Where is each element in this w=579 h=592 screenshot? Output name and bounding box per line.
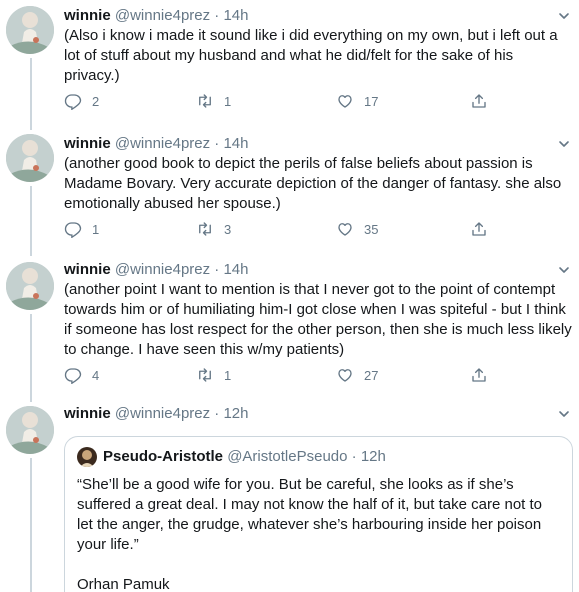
retweet-count: 1	[224, 368, 232, 383]
display-name[interactable]: winnie	[64, 261, 111, 278]
chevron-down-icon[interactable]	[557, 407, 571, 421]
quoted-tweet-text: “She’ll be a good wife for you. But be c…	[77, 476, 542, 553]
quoted-author: Orhan Pamuk	[77, 576, 170, 592]
like-button[interactable]: 27	[336, 366, 378, 386]
timestamp[interactable]: 14h	[223, 135, 248, 152]
like-button[interactable]: 35	[336, 220, 378, 240]
separator-dot: ·	[214, 7, 220, 24]
tweet-actions: 2 1 17	[64, 92, 524, 112]
reply-icon	[64, 366, 82, 387]
quoted-tweet-header: Pseudo-Aristotle @AristotlePseudo · 12h	[77, 447, 560, 467]
reply-icon	[64, 220, 82, 241]
reply-count: 1	[92, 222, 100, 237]
retweet-count: 3	[224, 222, 232, 237]
avatar[interactable]	[6, 262, 54, 310]
share-icon	[470, 220, 488, 241]
display-name[interactable]: winnie	[64, 405, 111, 422]
retweet-button[interactable]: 3	[196, 220, 231, 240]
like-count: 35	[364, 222, 379, 237]
tweet-header: winnie @winnie4prez · 14h	[64, 134, 249, 154]
avatar[interactable]	[6, 406, 54, 454]
quoted-tweet[interactable]: Pseudo-Aristotle @AristotlePseudo · 12h …	[64, 436, 573, 592]
separator-dot: ·	[214, 135, 220, 152]
like-count: 27	[364, 368, 379, 383]
share-icon	[470, 92, 488, 113]
retweet-count: 1	[224, 94, 232, 109]
display-name[interactable]: winnie	[64, 7, 111, 24]
chevron-down-icon[interactable]	[557, 9, 571, 23]
retweet-button[interactable]: 1	[196, 92, 231, 112]
user-handle[interactable]: @winnie4prez	[115, 135, 210, 152]
avatar	[77, 447, 97, 467]
quoted-display-name: Pseudo-Aristotle	[103, 448, 224, 465]
tweet[interactable]: winnie @winnie4prez · 14h (another good …	[0, 128, 579, 256]
separator-dot: ·	[214, 261, 220, 278]
quoted-timestamp: 12h	[360, 448, 386, 465]
tweet-header: winnie @winnie4prez · 12h	[64, 404, 249, 424]
share-button[interactable]	[470, 92, 488, 112]
separator-dot: ·	[214, 405, 220, 422]
share-button[interactable]	[470, 220, 488, 240]
tweet-text: (another good book to depict the perils …	[64, 155, 562, 212]
tweet-header: winnie @winnie4prez · 14h	[64, 6, 249, 26]
reply-button[interactable]: 4	[64, 366, 99, 386]
retweet-button[interactable]: 1	[196, 366, 231, 386]
tweet[interactable]: winnie @winnie4prez · 12h Pseudo-Aristot…	[0, 402, 579, 592]
like-button[interactable]: 17	[336, 92, 378, 112]
tweet-actions: 1 3 35	[64, 220, 524, 240]
reply-button[interactable]: 1	[64, 220, 99, 240]
separator-dot: ·	[351, 448, 357, 465]
user-handle[interactable]: @winnie4prez	[115, 405, 210, 422]
like-count: 17	[364, 94, 379, 109]
tweet-text: (another point I want to mention is that…	[64, 281, 572, 358]
timestamp[interactable]: 14h	[223, 7, 248, 24]
heart-icon	[336, 366, 354, 387]
reply-count: 2	[92, 94, 100, 109]
tweet-text: (Also i know i made it sound like i did …	[64, 27, 558, 84]
retweet-icon	[196, 92, 214, 113]
avatar[interactable]	[6, 6, 54, 54]
display-name[interactable]: winnie	[64, 135, 111, 152]
reply-button[interactable]: 2	[64, 92, 99, 112]
retweet-icon	[196, 220, 214, 241]
retweet-icon	[196, 366, 214, 387]
user-handle[interactable]: @winnie4prez	[115, 7, 210, 24]
tweet[interactable]: winnie @winnie4prez · 14h (Also i know i…	[0, 0, 579, 126]
chevron-down-icon[interactable]	[557, 263, 571, 277]
share-button[interactable]	[470, 366, 488, 386]
timestamp[interactable]: 14h	[223, 261, 248, 278]
tweet-actions: 4 1 27	[64, 366, 524, 386]
quoted-user-handle: @AristotlePseudo	[227, 448, 348, 465]
avatar[interactable]	[6, 134, 54, 182]
chevron-down-icon[interactable]	[557, 137, 571, 151]
tweet-header: winnie @winnie4prez · 14h	[64, 260, 249, 280]
reply-icon	[64, 92, 82, 113]
share-icon	[470, 366, 488, 387]
timestamp[interactable]: 12h	[223, 405, 248, 422]
tweet[interactable]: winnie @winnie4prez · 14h (another point…	[0, 256, 579, 402]
reply-count: 4	[92, 368, 100, 383]
user-handle[interactable]: @winnie4prez	[115, 261, 210, 278]
heart-icon	[336, 92, 354, 113]
heart-icon	[336, 220, 354, 241]
